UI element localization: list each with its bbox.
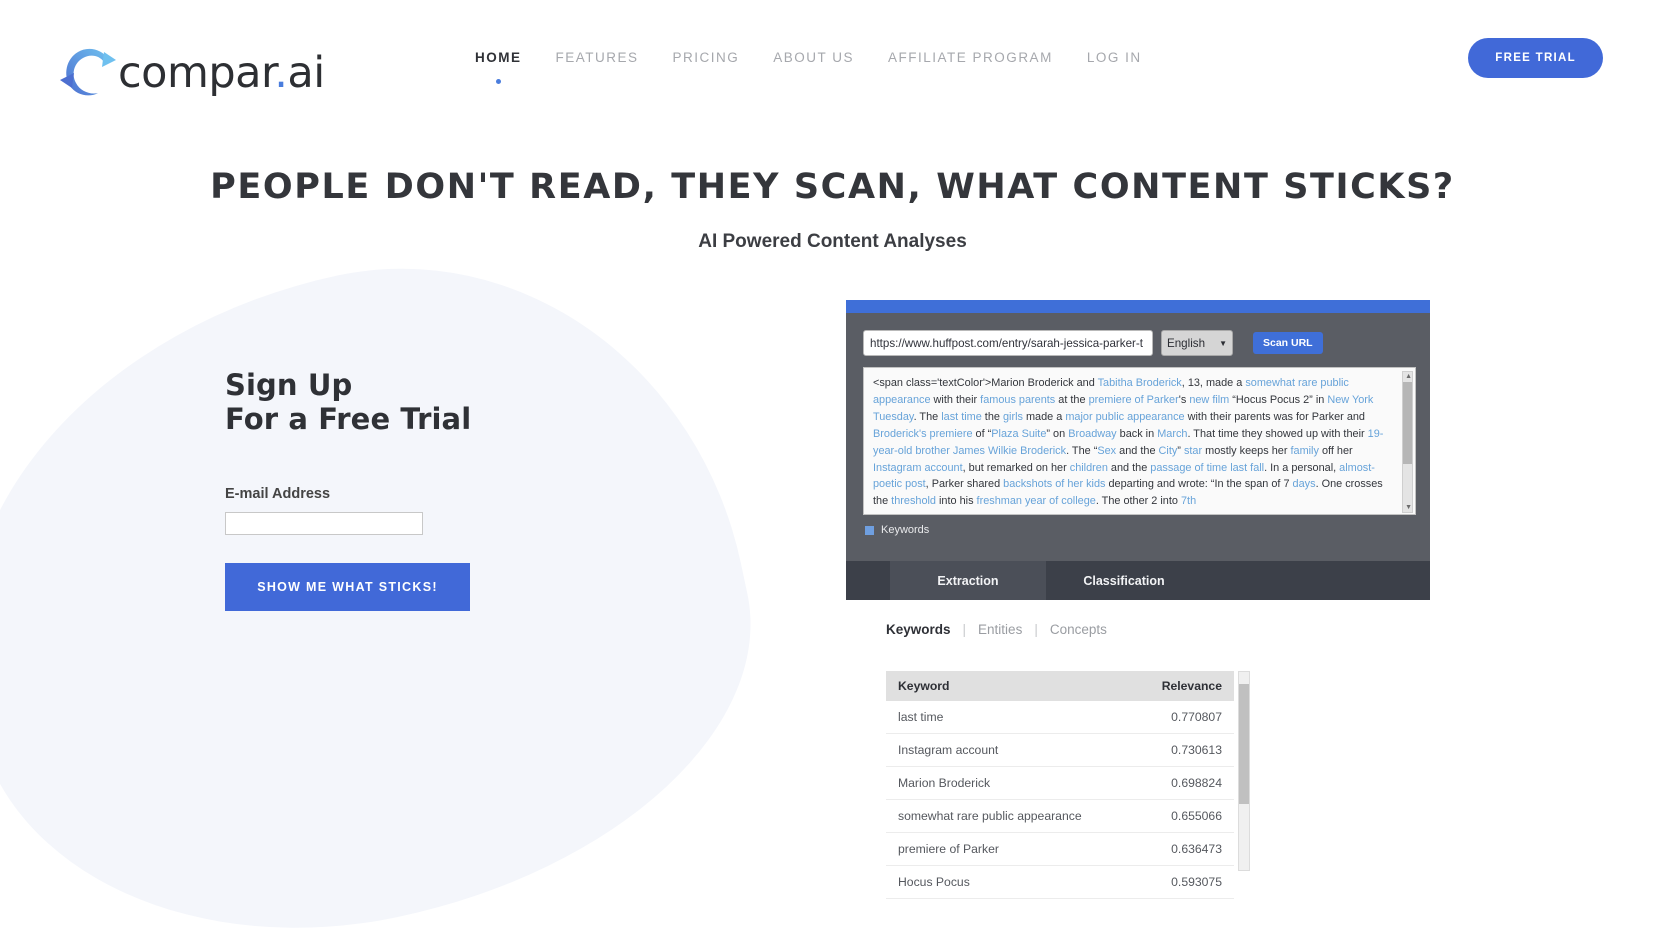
subtab-separator-2: |	[1034, 622, 1038, 637]
cell-keyword: somewhat rare public appearance	[886, 799, 1134, 833]
nav-label-home: HOME	[475, 50, 522, 65]
app-results-panel: Keywords | Entities | Concepts Keyword R…	[846, 600, 1430, 900]
cell-relevance: 0.698824	[1133, 766, 1234, 800]
table-row[interactable]: last time 0.770807	[886, 701, 1234, 734]
chevron-down-icon: ▼	[1219, 338, 1227, 348]
url-input[interactable]: https://www.huffpost.com/entry/sarah-jes…	[863, 330, 1153, 356]
subtab-separator-1: |	[962, 622, 967, 637]
logo-text-suffix: ai	[287, 48, 325, 98]
nav-item-pricing[interactable]: PRICING	[656, 50, 757, 65]
cell-keyword: Hocus Pocus	[886, 865, 1134, 899]
subtab-entities[interactable]: Entities	[978, 622, 1022, 637]
nav-label-pricing: PRICING	[672, 50, 740, 65]
cell-keyword: premiere of Parker	[886, 832, 1134, 866]
table-scrollbar-thumb[interactable]	[1239, 684, 1249, 804]
nav-item-log-in[interactable]: LOG IN	[1070, 50, 1159, 65]
keywords-table: Keyword Relevance last time 0.770807 Insta…	[886, 671, 1234, 899]
nav-label-about-us: ABOUT US	[773, 50, 855, 65]
cell-relevance: 0.655066	[1133, 799, 1234, 833]
nav-item-home[interactable]: HOME	[458, 50, 539, 84]
signup-title-line1: Sign Up	[225, 368, 353, 402]
tab-extraction[interactable]: Extraction	[890, 561, 1046, 600]
language-select[interactable]: English ▼	[1161, 330, 1233, 356]
keywords-legend-label: Keywords	[881, 524, 930, 536]
article-scrollbar-thumb[interactable]	[1403, 382, 1412, 464]
main-navigation: HOME FEATURES PRICING ABOUT US AFFILIATE…	[458, 50, 1159, 84]
article-text-panel[interactable]: <span class='textColor'>Marion Broderick…	[863, 367, 1416, 515]
table-row[interactable]: somewhat rare public appearance 0.655066	[886, 799, 1234, 833]
cell-keyword: Instagram account	[886, 733, 1134, 767]
scan-url-button[interactable]: Scan URL	[1253, 332, 1323, 354]
site-logo[interactable]: compar.ai	[52, 42, 325, 104]
app-topbar	[846, 300, 1430, 313]
table-row[interactable]: Instagram account 0.730613	[886, 733, 1234, 767]
language-select-value: English	[1167, 336, 1206, 350]
scroll-up-icon[interactable]: ▲	[1405, 373, 1412, 380]
product-screenshot: https://www.huffpost.com/entry/sarah-jes…	[846, 300, 1430, 900]
app-tabs: Extraction Classification	[846, 561, 1430, 600]
nav-item-features[interactable]: FEATURES	[539, 50, 656, 65]
table-row[interactable]: Marion Broderick 0.698824	[886, 766, 1234, 800]
cell-relevance: 0.730613	[1133, 733, 1234, 767]
email-field-label: E-mail Address	[225, 486, 331, 503]
app-controls-row: https://www.huffpost.com/entry/sarah-jes…	[846, 313, 1430, 356]
table-row[interactable]: premiere of Parker 0.636473	[886, 832, 1234, 866]
article-text: <span class='textColor'>Marion Broderick…	[873, 377, 1384, 508]
show-me-what-sticks-button[interactable]: SHOW ME WHAT STICKS!	[225, 563, 470, 612]
free-trial-button[interactable]: FREE TRIAL	[1468, 38, 1603, 78]
cell-relevance: 0.636473	[1133, 832, 1234, 866]
cell-relevance: 0.593075	[1133, 865, 1234, 899]
subtab-concepts[interactable]: Concepts	[1050, 622, 1107, 637]
column-header-relevance: Relevance	[1133, 671, 1234, 701]
page-subheadline: AI Powered Content Analyses	[698, 231, 967, 252]
app-dark-panel: https://www.huffpost.com/entry/sarah-jes…	[846, 300, 1430, 600]
results-subtabs: Keywords | Entities | Concepts	[846, 600, 1430, 637]
email-input[interactable]	[225, 512, 423, 536]
site-header: compar.ai HOME FEATURES PRICING ABOUT US…	[0, 0, 1665, 132]
table-header-row: Keyword Relevance	[886, 671, 1234, 701]
circular-arrow-logo-icon	[52, 42, 124, 104]
logo-dot: .	[274, 48, 288, 98]
cell-keyword: last time	[886, 701, 1134, 734]
page-headline: PEOPLE DON'T READ, THEY SCAN, WHAT CONTE…	[210, 167, 1455, 207]
keywords-legend: Keywords	[846, 515, 1430, 536]
nav-item-about-us[interactable]: ABOUT US	[756, 50, 871, 65]
tab-classification[interactable]: Classification	[1046, 561, 1202, 600]
signup-title: Sign Up For a Free Trial	[225, 368, 471, 436]
tab-spacer	[846, 561, 890, 600]
active-indicator-dot	[495, 79, 501, 84]
nav-label-log-in: LOG IN	[1086, 50, 1142, 65]
column-header-keyword: Keyword	[886, 671, 1134, 701]
scroll-down-icon[interactable]: ▼	[1405, 504, 1412, 511]
cell-keyword: Marion Broderick	[886, 766, 1134, 800]
table-row[interactable]: Hocus Pocus 0.593075	[886, 865, 1234, 899]
subtab-keywords[interactable]: Keywords	[886, 622, 951, 637]
cell-relevance: 0.770807	[1133, 701, 1234, 734]
keywords-legend-swatch-icon	[865, 525, 874, 535]
nav-label-affiliate-program: AFFILIATE PROGRAM	[888, 50, 1053, 65]
keywords-table-body: last time 0.770807 Instagram account 0.7306…	[886, 701, 1234, 899]
logo-wordmark: compar.ai	[118, 48, 325, 98]
nav-item-affiliate-program[interactable]: AFFILIATE PROGRAM	[871, 50, 1070, 65]
signup-form: Sign Up For a Free Trial E-mail Address …	[225, 368, 471, 612]
signup-title-line2: For a Free Trial	[225, 402, 472, 437]
nav-label-features: FEATURES	[555, 50, 639, 65]
logo-text-main: compar	[118, 48, 275, 98]
